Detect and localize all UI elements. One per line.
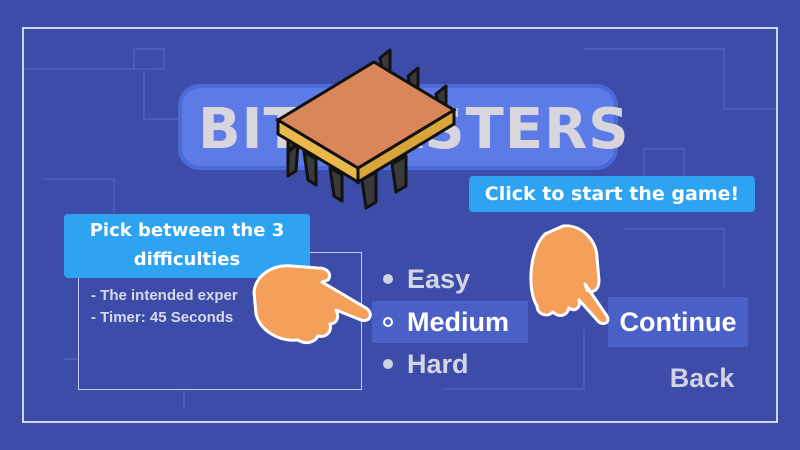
difficulty-label: Medium <box>407 306 510 337</box>
continue-button[interactable]: Continue <box>608 297 748 347</box>
radio-dot-icon <box>383 359 393 369</box>
difficulty-option-hard[interactable]: Hard <box>372 343 528 385</box>
start-tooltip: Click to start the game! <box>469 176 755 212</box>
difficulty-label: Easy <box>407 263 471 294</box>
microchip-icon <box>275 48 457 210</box>
radio-dot-icon <box>383 274 393 284</box>
radio-dot-selected-icon <box>383 317 393 327</box>
pointing-hand-icon <box>529 224 610 325</box>
pointing-hand-icon <box>252 264 372 345</box>
difficulty-label: Hard <box>407 348 469 379</box>
difficulty-option-medium[interactable]: Medium <box>372 301 528 343</box>
difficulty-option-easy[interactable]: Easy <box>372 258 528 300</box>
difficulty-tooltip-line-1: Pick between the 3 <box>89 220 285 241</box>
back-button[interactable]: Back <box>662 360 742 396</box>
